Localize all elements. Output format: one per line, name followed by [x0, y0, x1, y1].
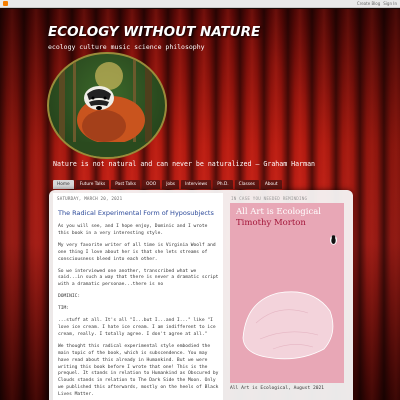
create-blog-link[interactable]: Create Blog: [357, 1, 380, 6]
book-caption: All Art is Ecological, August 2021: [230, 386, 325, 391]
book-cover[interactable]: All Art is Ecological Timothy Morton: [230, 203, 344, 383]
tab-home[interactable]: Home: [53, 180, 74, 189]
page-tabs: Home Future Talks Past Talks OOO Jobs In…: [53, 180, 282, 189]
rock-illustration-icon: [242, 291, 334, 360]
tab-about[interactable]: About: [260, 180, 282, 189]
post-date: SATURDAY, MARCH 20, 2021: [57, 196, 123, 201]
tab-jobs[interactable]: Jobs: [162, 180, 180, 189]
post-title[interactable]: The Radical Experimental Form of Hyposub…: [58, 209, 214, 217]
post-body: As you will see, and I hope enjoy, Domin…: [58, 224, 220, 400]
sign-in-link[interactable]: Sign In: [383, 1, 397, 6]
post-paragraph: So we interviewed one another, transcrib…: [58, 268, 219, 288]
sidebar-widget-title: IN CASE YOU NEEDED REMINDING: [231, 196, 308, 201]
tab-phd[interactable]: Ph.D.: [213, 180, 233, 189]
post-paragraph: My very favorite writer of all time is V…: [58, 242, 216, 262]
blog-description: ecology culture music science philosophy: [48, 43, 205, 51]
tab-interviews[interactable]: Interviews: [181, 180, 212, 189]
post-paragraph: We thought this radical experimental sty…: [58, 343, 219, 398]
book-author: Timothy Morton: [236, 218, 306, 228]
badger-painting-image: [47, 52, 167, 159]
tab-future-talks[interactable]: Future Talks: [75, 180, 110, 189]
blog-title[interactable]: ECOLOGY WITHOUT NATURE: [48, 24, 260, 40]
book-title: All Art is Ecological: [236, 207, 322, 217]
blogger-logo-icon[interactable]: [3, 1, 8, 6]
tab-classes[interactable]: Classes: [234, 180, 259, 189]
blogger-navbar: Create Blog Sign In: [0, 0, 400, 8]
post-paragraph: TIM:: [58, 306, 70, 312]
badger-painting-icon: [49, 54, 165, 157]
post-paragraph: DOMINIC:: [58, 294, 81, 300]
tab-past-talks[interactable]: Past Talks: [111, 180, 141, 189]
penguin-logo-icon: [330, 235, 337, 245]
header-quote: Nature is not natural and can never be n…: [53, 160, 316, 168]
post-paragraph: As you will see, and I hope enjoy, Domin…: [58, 224, 208, 236]
tab-ooo[interactable]: OOO: [142, 180, 161, 189]
post-paragraph: ...stuff at all. It's all "I...but I...a…: [58, 318, 216, 337]
